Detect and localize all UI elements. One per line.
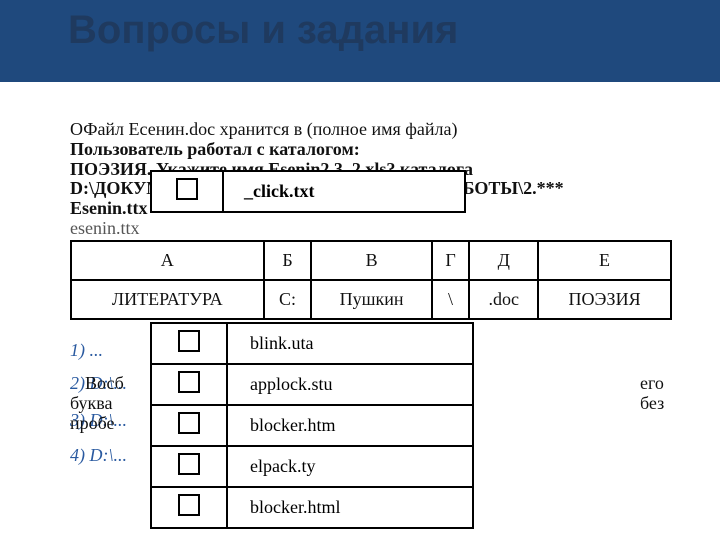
- checkbox-cell[interactable]: [151, 171, 223, 212]
- checkbox-icon: [176, 178, 198, 200]
- checkbox-cell[interactable]: [151, 405, 227, 446]
- checkbox-icon: [178, 412, 200, 434]
- list-item-1: 1) ...: [70, 340, 103, 361]
- text-fragment: его: [640, 373, 680, 394]
- table-row: elpack.ty: [151, 446, 473, 487]
- th-e: Д: [469, 241, 538, 280]
- th-d: Г: [432, 241, 470, 280]
- text-fragment: Восб: [85, 373, 145, 394]
- th-b: Б: [264, 241, 312, 280]
- checkbox-table-top: _click.txt: [150, 170, 466, 213]
- main-table: А Б В Г Д Е ЛИТЕРАТУРА C: Пушкин \ .doc …: [70, 240, 672, 320]
- td-c: Пушкин: [311, 280, 431, 319]
- page: Вопросы и задания ОФайл Есенин.doc храни…: [0, 0, 720, 540]
- checkbox-cell[interactable]: [151, 364, 227, 405]
- checkbox-table-bottom: blink.uta applock.stu blocker.htm elpack…: [150, 322, 474, 529]
- td-e: .doc: [469, 280, 538, 319]
- th-c: В: [311, 241, 431, 280]
- text-fragment: буква: [70, 393, 140, 414]
- overlay-line-2: Пользователь работал с каталогом:: [70, 140, 670, 160]
- cell-label: blocker.html: [227, 487, 473, 528]
- text-fragment: без: [640, 393, 680, 414]
- overlay-line-1: ОФайл Есенин.doc хранится в (полное имя …: [70, 120, 670, 140]
- th-a: А: [71, 241, 264, 280]
- list-item-4: 4) D:\...: [70, 445, 127, 466]
- text-fragment: пробе: [70, 413, 140, 434]
- cell-label: elpack.ty: [227, 446, 473, 487]
- td-a: ЛИТЕРАТУРА: [71, 280, 264, 319]
- table-row: blink.uta: [151, 323, 473, 364]
- checkbox-cell[interactable]: [151, 487, 227, 528]
- checkbox-icon: [178, 371, 200, 393]
- checkbox-icon: [178, 494, 200, 516]
- td-f: ПОЭЗИЯ: [538, 280, 671, 319]
- td-d: \: [432, 280, 470, 319]
- checkbox-icon: [178, 330, 200, 352]
- table-row: blocker.htm: [151, 405, 473, 446]
- page-title: Вопросы и задания: [68, 8, 458, 53]
- checkbox-icon: [178, 453, 200, 475]
- td-b: C:: [264, 280, 312, 319]
- cell-label: applock.stu: [227, 364, 473, 405]
- table-header-row: А Б В Г Д Е: [71, 241, 671, 280]
- checkbox-cell[interactable]: [151, 446, 227, 487]
- cell-label: blink.uta: [227, 323, 473, 364]
- table-row: _click.txt: [151, 171, 465, 212]
- table-row: applock.stu: [151, 364, 473, 405]
- cell-label: _click.txt: [223, 171, 465, 212]
- checkbox-cell[interactable]: [151, 323, 227, 364]
- table-row: blocker.html: [151, 487, 473, 528]
- cell-label: blocker.htm: [227, 405, 473, 446]
- table-row: ЛИТЕРАТУРА C: Пушкин \ .doc ПОЭЗИЯ: [71, 280, 671, 319]
- overlay-line-6: esenin.ttx: [70, 219, 670, 239]
- th-f: Е: [538, 241, 671, 280]
